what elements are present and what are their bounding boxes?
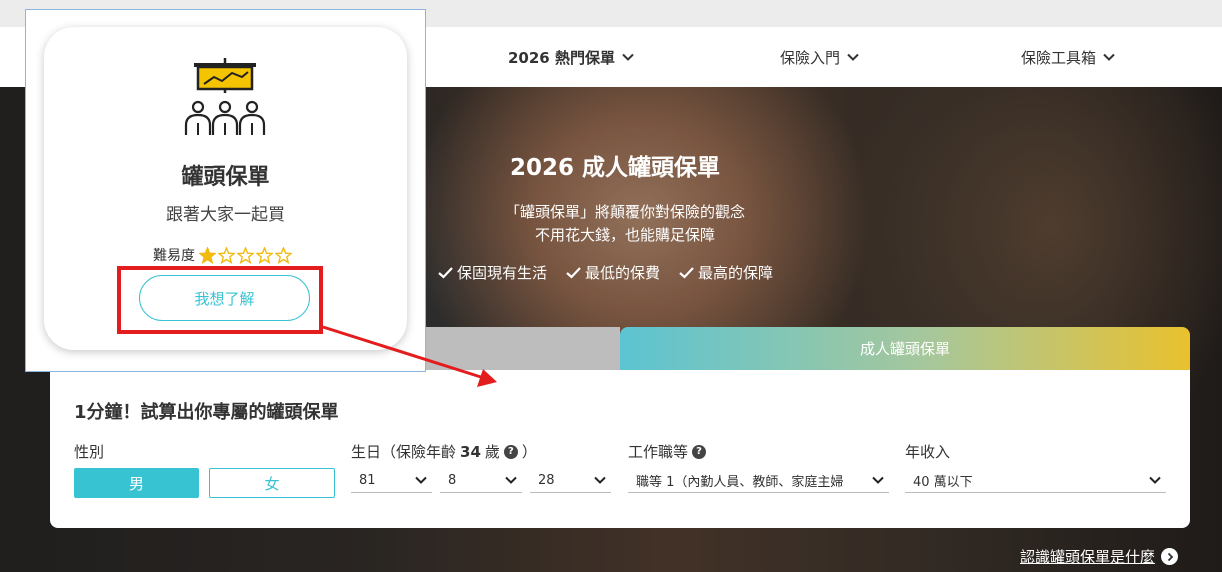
birthday-label-suffix: 歲 <box>484 443 500 461</box>
benefit-label: 保固現有生活 <box>457 264 548 282</box>
nav-hot-policies[interactable]: 2026 熱門保單 <box>508 27 635 87</box>
job-class-value: 職等 1（內勤人員、教師、家庭主婦 <box>636 474 844 490</box>
annual-income-value: 40 萬以下 <box>913 474 973 490</box>
birth-month-value: 8 <box>448 472 457 488</box>
birth-month-select[interactable]: 8 <box>440 468 522 493</box>
star-empty-icon <box>237 246 254 264</box>
premium-calculator: 1分鐘！試算出你專屬的罐頭保單 性別 男 女 生日（保險年齡 34 歲 ? ） … <box>50 370 1190 528</box>
help-icon[interactable]: ? <box>692 444 707 459</box>
nav-label: 2026 熱門保單 <box>508 48 615 67</box>
tab-adult-canned-policy[interactable]: 成人罐頭保單 <box>620 327 1190 370</box>
learn-link-text: 認識罐頭保單是什麼 <box>1020 548 1156 566</box>
nav-label: 保險入門 <box>780 48 841 67</box>
income-label: 年收入 <box>905 441 950 462</box>
chevron-down-icon <box>622 53 634 61</box>
benefit-item: 最高的保障 <box>678 262 773 283</box>
birthday-label-prefix: 生日（保險年齡 <box>351 443 457 461</box>
star-empty-icon <box>218 246 235 264</box>
learn-canned-policy-link[interactable]: 認識罐頭保單是什麼 <box>1020 546 1179 567</box>
card-title: 罐頭保單 <box>181 165 270 190</box>
chevron-down-icon <box>1149 476 1161 484</box>
star-empty-icon <box>256 246 273 264</box>
annual-income-select[interactable]: 40 萬以下 <box>905 468 1166 493</box>
nav-label: 保險工具箱 <box>1021 48 1097 67</box>
gender-male-button[interactable]: 男 <box>74 468 199 498</box>
star-filled-icon <box>199 246 216 264</box>
calculator-title: 1分鐘！試算出你專屬的罐頭保單 <box>74 402 339 423</box>
check-icon <box>438 267 453 279</box>
chevron-down-icon <box>505 476 517 484</box>
chevron-down-icon <box>847 53 859 61</box>
job-label-text: 工作職等 <box>628 443 689 461</box>
job-class-select[interactable]: 職等 1（內勤人員、教師、家庭主婦 <box>628 468 889 493</box>
check-icon <box>679 267 694 279</box>
presentation-icon <box>184 58 266 135</box>
insurance-age: 34 <box>460 442 481 461</box>
benefit-item: 最低的保費 <box>565 262 660 283</box>
birth-year-select[interactable]: 81 <box>351 468 432 493</box>
nav-insurance-intro[interactable]: 保險入門 <box>780 27 860 87</box>
star-empty-icon <box>275 246 292 264</box>
benefit-label: 最低的保費 <box>585 264 661 282</box>
benefit-item: 保固現有生活 <box>437 262 547 283</box>
tab-label: 成人罐頭保單 <box>859 340 950 358</box>
birth-day-select[interactable]: 28 <box>530 468 611 493</box>
chevron-down-icon <box>1103 53 1115 61</box>
birthday-label: 生日（保險年齡 34 歲 ? ） <box>351 441 537 462</box>
difficulty-label: 難易度 <box>153 248 195 264</box>
highlight-box <box>117 266 323 334</box>
benefit-label: 最高的保障 <box>698 264 774 282</box>
birth-day-value: 28 <box>538 472 555 488</box>
help-icon[interactable]: ? <box>503 444 518 459</box>
birthday-label-close: ） <box>521 443 537 461</box>
check-icon <box>566 267 581 279</box>
star-rating <box>199 246 292 264</box>
chevron-down-icon <box>871 473 885 487</box>
gender-label: 性別 <box>74 441 104 462</box>
birth-year-value: 81 <box>359 472 376 488</box>
chevron-down-icon <box>415 476 427 484</box>
gender-female-button[interactable]: 女 <box>209 468 335 498</box>
job-label: 工作職等 ? <box>628 441 707 462</box>
chevron-down-icon <box>594 476 606 484</box>
income-label-text: 年收入 <box>905 443 951 461</box>
hero-benefits: 保固現有生活 最低的保費 最高的保障 <box>437 262 773 283</box>
card-subtitle: 跟著大家一起買 <box>166 205 285 225</box>
difficulty-rating: 難易度 <box>153 245 292 265</box>
gender-label-text: 性別 <box>74 443 105 461</box>
nav-insurance-toolbox[interactable]: 保險工具箱 <box>1021 27 1116 87</box>
chevron-right-circle-icon <box>1161 548 1179 565</box>
